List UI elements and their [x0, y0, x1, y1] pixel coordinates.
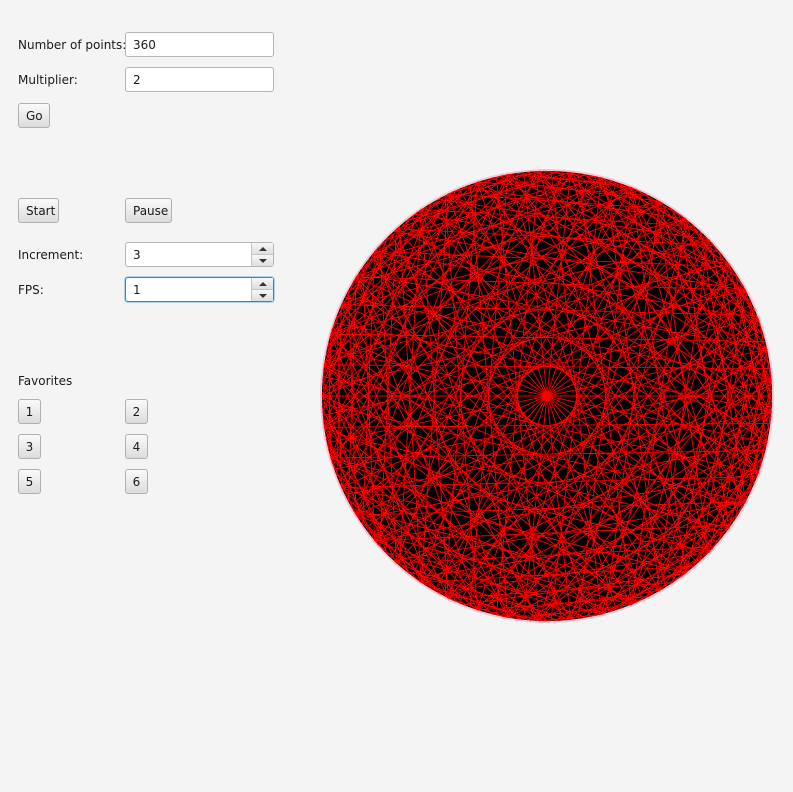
- favorite-button-2[interactable]: 2: [125, 399, 148, 424]
- times-table-canvas: [320, 169, 774, 623]
- increment-spinner: [125, 242, 274, 267]
- arrow-up-icon: [258, 246, 267, 251]
- pause-button[interactable]: Pause: [125, 198, 172, 223]
- go-button[interactable]: Go: [18, 103, 50, 128]
- fps-up-button[interactable]: [252, 278, 273, 290]
- arrow-down-icon: [258, 293, 267, 298]
- fps-label: FPS:: [18, 283, 44, 297]
- fps-down-button[interactable]: [252, 290, 273, 301]
- favorite-button-6[interactable]: 6: [125, 469, 148, 494]
- increment-down-button[interactable]: [252, 255, 273, 266]
- arrow-up-icon: [258, 281, 267, 286]
- fps-spinner-buttons: [251, 278, 273, 301]
- multiplier-label: Multiplier:: [18, 73, 78, 87]
- favorite-button-5[interactable]: 5: [18, 469, 41, 494]
- increment-up-button[interactable]: [252, 243, 273, 255]
- start-button[interactable]: Start: [18, 198, 59, 223]
- favorite-button-1[interactable]: 1: [18, 399, 41, 424]
- points-input[interactable]: [125, 32, 274, 57]
- arrow-down-icon: [258, 258, 267, 263]
- favorites-title: Favorites: [18, 374, 73, 388]
- points-label: Number of points:: [18, 38, 127, 52]
- favorite-button-4[interactable]: 4: [125, 434, 148, 459]
- increment-spinner-buttons: [251, 243, 273, 266]
- favorite-button-3[interactable]: 3: [18, 434, 41, 459]
- fps-spinner: [125, 277, 274, 302]
- increment-label: Increment:: [18, 248, 84, 262]
- multiplier-input[interactable]: [125, 67, 274, 92]
